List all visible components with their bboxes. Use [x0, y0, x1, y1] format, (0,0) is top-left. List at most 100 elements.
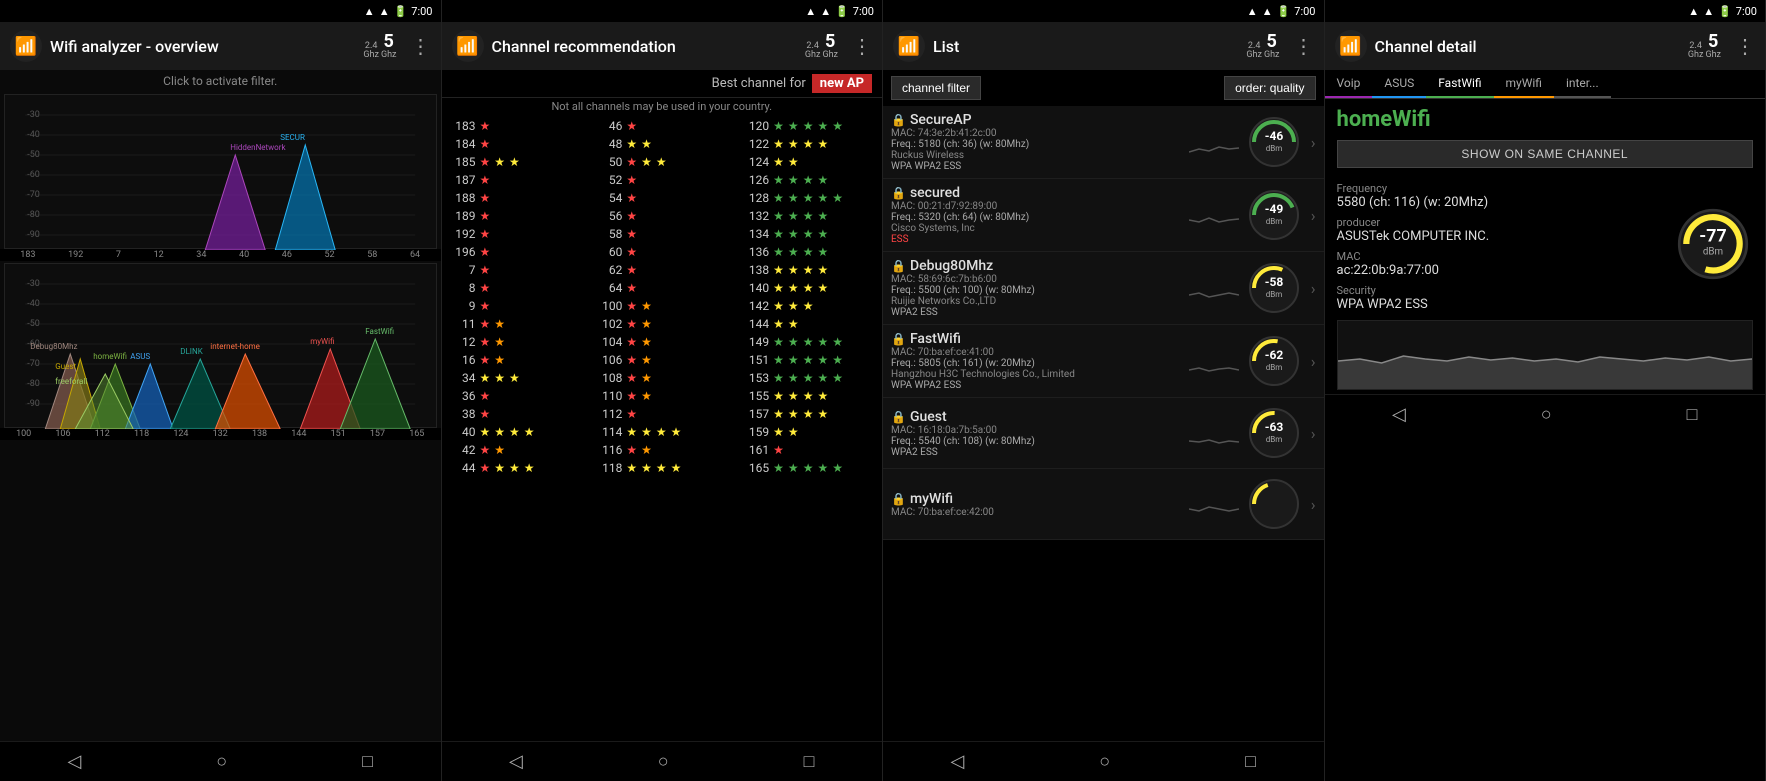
network-name: Debug80Mhz [910, 258, 993, 274]
network-maker: Ruijie Networks Co.,LTD [891, 296, 1183, 307]
wifi-item-info: 🔒 Guest MAC: 16:18:0a:7b:5a:00 Freq.: 55… [891, 409, 1183, 458]
channel-row: 188★ [446, 189, 585, 207]
freq-label: Frequency [1337, 182, 1662, 195]
recent-btn-1[interactable]: □ [346, 747, 389, 776]
channel-row: 110★★ [592, 387, 731, 405]
freq-5-2[interactable]: 5 Ghz [822, 33, 838, 60]
menu-dots-3[interactable]: ⋮ [1294, 34, 1314, 58]
svg-text:-50: -50 [27, 150, 40, 160]
svg-text:Guest: Guest [55, 362, 76, 371]
channel-row: 40★★★★ [446, 423, 585, 441]
channel-warning: Not all channels may be used in your cou… [442, 97, 883, 115]
freq-24-3[interactable]: 2.4 Ghz [1246, 42, 1262, 60]
list-item[interactable]: 🔒 secured MAC: 00:21:d7:92:89:00 Freq.: … [883, 179, 1324, 252]
channel-row: 144★★ [739, 315, 878, 333]
freq-badges-2[interactable]: 2.4 Ghz 5 Ghz [805, 33, 838, 60]
channel-columns: 183★ 184★ 185★★★ 187★ 188★ 189★ 192★ 196… [442, 115, 883, 741]
network-name: SecureAP [910, 112, 972, 128]
channel-row: 185★★★ [446, 153, 585, 171]
mobile-signal-icon-2: ▲ [820, 5, 831, 18]
signal-history-mini [1189, 346, 1239, 376]
tab-asus[interactable]: ASUS [1372, 70, 1426, 98]
list-item[interactable]: 🔒 myWifi MAC: 70:ba:ef:ce:42:00 › [883, 469, 1324, 540]
freq-24-2[interactable]: 2.4 Ghz [805, 42, 821, 60]
tab-mywifi[interactable]: myWifi [1494, 70, 1554, 98]
tab-voip[interactable]: Voip [1325, 70, 1373, 98]
svg-text:-50: -50 [27, 319, 40, 329]
lock-icon: 🔒 [891, 410, 906, 424]
network-maker: Cisco Systems, Inc [891, 223, 1183, 234]
channel-row: 7★ [446, 261, 585, 279]
lock-icon: 🔒 [891, 259, 906, 273]
menu-dots-2[interactable]: ⋮ [852, 34, 872, 58]
lock-icon: 🔒 [891, 113, 906, 127]
channel-filter-btn[interactable]: channel filter [891, 76, 981, 100]
back-btn-1[interactable]: ◁ [51, 747, 97, 776]
recent-btn-2[interactable]: □ [788, 747, 831, 776]
svg-text:-70: -70 [27, 359, 40, 369]
x-labels-2: 100 106 112 118 124 132 138 144 151 157 … [0, 428, 441, 440]
battery-icon-4: 🔋 [1718, 5, 1732, 18]
network-mac: MAC: 58:69:6c:7b:b6:00 [891, 274, 1183, 285]
freq-24-4[interactable]: 2.4 Ghz [1688, 42, 1704, 60]
home-btn-3[interactable]: ○ [1083, 747, 1126, 776]
signal-gauge-6 [1245, 475, 1303, 533]
channel-row: 118★★★★ [592, 459, 731, 477]
home-btn-4[interactable]: ○ [1525, 400, 1568, 429]
recent-btn-4[interactable]: □ [1671, 400, 1714, 429]
svg-text:internet-home: internet-home [210, 342, 260, 351]
home-btn-1[interactable]: ○ [200, 747, 243, 776]
home-btn-2[interactable]: ○ [642, 747, 685, 776]
freq-24-1[interactable]: 2.4 Ghz [363, 42, 379, 60]
channel-row: 149★★★★★ [739, 333, 878, 351]
network-mac: MAC: 70:ba:ef:ce:42:00 [891, 507, 1183, 518]
channel-row: 142★★★ [739, 297, 878, 315]
freq-5-1[interactable]: 5 Ghz [381, 33, 397, 60]
show-same-channel-btn[interactable]: SHOW ON SAME CHANNEL [1337, 140, 1754, 168]
channel-row: 62★ [592, 261, 731, 279]
svg-text:homeWifi: homeWifi [93, 352, 127, 361]
channel-row: 134★★★★ [739, 225, 878, 243]
signal-history-mini [1189, 418, 1239, 448]
svg-text:dBm: dBm [1265, 363, 1282, 372]
list-item[interactable]: 🔒 Guest MAC: 16:18:0a:7b:5a:00 Freq.: 55… [883, 398, 1324, 469]
menu-dots-1[interactable]: ⋮ [411, 34, 431, 58]
channel-col-1: 183★ 184★ 185★★★ 187★ 188★ 189★ 192★ 196… [442, 115, 589, 741]
freq-badges-3[interactable]: 2.4 Ghz 5 Ghz [1246, 33, 1279, 60]
list-item[interactable]: 🔒 Debug80Mhz MAC: 58:69:6c:7b:b6:00 Freq… [883, 252, 1324, 325]
battery-icon: 🔋 [394, 5, 408, 18]
svg-text:-80: -80 [27, 379, 40, 389]
svg-text:-58: -58 [1264, 275, 1283, 289]
freq-badges-1[interactable]: 2.4 Ghz 5 Ghz [363, 33, 396, 60]
menu-dots-4[interactable]: ⋮ [1735, 34, 1755, 58]
filter-hint[interactable]: Click to activate filter. [0, 70, 441, 92]
network-security: WPA2 ESS [891, 307, 1183, 318]
order-quality-btn[interactable]: order: quality [1224, 76, 1315, 100]
network-mac: MAC: 70:ba:ef:ce:41:00 [891, 347, 1183, 358]
app-header-2: 📶 Channel recommendation 2.4 Ghz 5 Ghz ⋮ [442, 22, 883, 70]
mac-label: MAC [1337, 250, 1662, 263]
svg-text:dBm: dBm [1265, 290, 1282, 299]
wifi-item-info: 🔒 secured MAC: 00:21:d7:92:89:00 Freq.: … [891, 185, 1183, 245]
signal-history-mini [1189, 127, 1239, 157]
list-item[interactable]: 🔒 FastWifi MAC: 70:ba:ef:ce:41:00 Freq.:… [883, 325, 1324, 398]
app-header-3: 📶 List 2.4 Ghz 5 Ghz ⋮ [883, 22, 1324, 70]
tab-inter[interactable]: inter... [1554, 70, 1611, 98]
freq-5-3[interactable]: 5 Ghz [1264, 33, 1280, 60]
svg-text:-63: -63 [1264, 420, 1283, 434]
svg-text:HiddenNetwork: HiddenNetwork [230, 143, 286, 152]
list-item[interactable]: 🔒 SecureAP MAC: 74:3e:2b:41:2c:00 Freq.:… [883, 106, 1324, 179]
recent-btn-3[interactable]: □ [1229, 747, 1272, 776]
channel-row: 34★★★ [446, 369, 585, 387]
channel-row: 192★ [446, 225, 585, 243]
network-security: WPA WPA2 ESS [891, 380, 1183, 391]
back-btn-3[interactable]: ◁ [934, 747, 980, 776]
back-btn-4[interactable]: ◁ [1376, 400, 1422, 429]
freq-5-4[interactable]: 5 Ghz [1705, 33, 1721, 60]
freq-badges-4[interactable]: 2.4 Ghz 5 Ghz [1688, 33, 1721, 60]
tab-fastwifi[interactable]: FastWifi [1426, 70, 1493, 98]
back-btn-2[interactable]: ◁ [493, 747, 539, 776]
network-freq: Freq.: 5805 (ch: 161) (w: 20Mhz) [891, 358, 1183, 369]
channel-row: 11★★ [446, 315, 585, 333]
signal-history-mini [1189, 200, 1239, 230]
